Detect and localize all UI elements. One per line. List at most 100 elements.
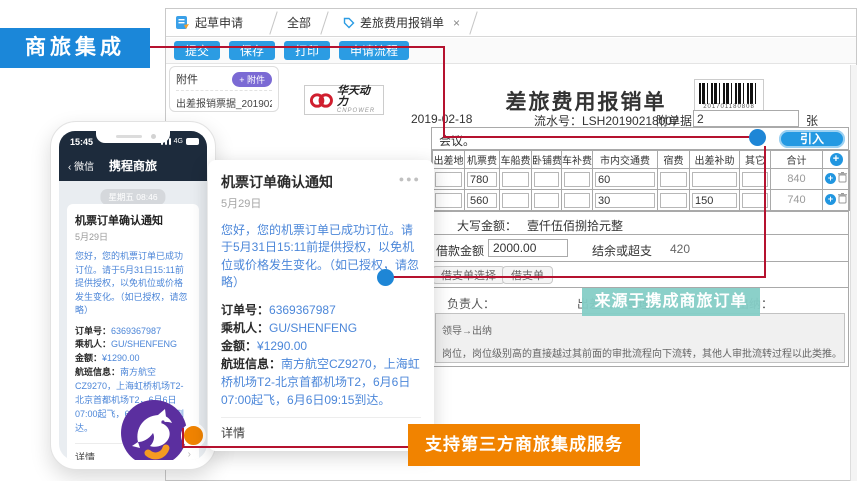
save-button[interactable]: 保存 — [229, 41, 275, 60]
popup-date: 5月29日 — [221, 195, 421, 211]
expense-form: 会议。 引入 出差地 机票费 车船费 卧铺费 车补费 市内交通费 宿费 出 — [431, 127, 849, 367]
notification-popup: 机票订单确认通知 ●●● 5月29日 您好，您的机票订单已成功订位。请于5月31… — [208, 160, 434, 451]
cnpower-logo-icon — [309, 92, 334, 109]
popup-title: 机票订单确认通知 — [221, 172, 333, 192]
delete-row-icon[interactable] — [838, 191, 847, 209]
loan-buttons-row: 借支单选择 借支单 — [432, 261, 848, 287]
cell-input[interactable] — [660, 193, 687, 208]
cell-input[interactable] — [435, 193, 462, 208]
detail-link[interactable]: 详情 — [75, 449, 95, 460]
cell-input[interactable] — [564, 193, 590, 208]
attachments-pane: 附件 + 附件 出差报销票据_20190219.j... — [169, 66, 279, 112]
col-destination: 出差地 — [433, 151, 465, 169]
passenger-label: 乘机人： — [221, 321, 269, 335]
cell-input[interactable] — [660, 172, 687, 187]
add-row-icon[interactable]: + — [825, 173, 836, 184]
cell-input[interactable]: 150 — [692, 193, 737, 208]
attachment-file-link[interactable]: 出差报销票据_20190219.j... — [176, 95, 272, 110]
cell-input[interactable]: 780 — [467, 172, 497, 187]
col-airfare: 机票费 — [465, 151, 500, 169]
cell-input[interactable] — [435, 172, 462, 187]
annotation-line — [182, 428, 184, 447]
loan-slip-button[interactable]: 借支单 — [502, 266, 553, 284]
note-line1: 领导→出纳 — [442, 322, 838, 337]
logo-sub: CNPOWER — [337, 108, 379, 114]
passenger-label: 乘机人： — [75, 339, 111, 349]
logo-name: 华天动力 — [337, 86, 379, 108]
cell-input[interactable] — [692, 172, 737, 187]
more-options-icon[interactable]: ●●● — [399, 174, 421, 184]
add-attachment-button[interactable]: + 附件 — [232, 72, 272, 87]
popup-fields: 订单号：6369367987 乘机人：GU/SHENFENG 金额：¥1290.… — [221, 301, 421, 409]
network-label: 4G — [174, 138, 183, 145]
business-travel-integration-label: 商旅集成 — [0, 28, 150, 68]
tab-expense-form-label: 差旅费用报销单 — [360, 14, 444, 31]
notification-title: 机票订单确认通知 — [75, 212, 191, 228]
balance-value: 420 — [670, 242, 690, 256]
tag-icon — [343, 17, 355, 29]
annotation-line — [390, 276, 766, 278]
add-row-icon[interactable]: + — [825, 194, 836, 205]
phone-notch — [96, 131, 170, 143]
detail-link[interactable]: 详情 — [221, 424, 245, 441]
toolbar: 提交 保存 打印 申请流程 — [166, 38, 856, 64]
cell-input[interactable]: 60 — [595, 172, 655, 187]
annotation-line — [150, 46, 443, 48]
loan-row: 借款金额 2000.00 结余或超支 420 — [432, 234, 848, 261]
tab-all-label: 全部 — [287, 14, 311, 31]
screenshot-canvas: 起草申请 全部 差旅费用报销单 × 提交 保存 打印 申请流程 — [0, 0, 868, 481]
reason-row: 会议。 引入 — [432, 128, 848, 150]
camera-icon — [151, 134, 156, 139]
apply-flow-button[interactable]: 申请流程 — [339, 41, 409, 60]
delete-row-icon[interactable] — [838, 170, 847, 188]
table-row: 780 60 840 + — [433, 169, 850, 190]
order-label: 订单号： — [75, 326, 111, 336]
order-anchor-dot — [377, 269, 394, 286]
chevron-right-icon: › — [188, 449, 191, 460]
cell-input[interactable] — [564, 172, 590, 187]
caps-amount-row: 大写金额： 壹仟伍佰捌拾元整 — [432, 211, 848, 234]
amount-label: 金额： — [75, 353, 102, 363]
flight-label: 航班信息： — [221, 357, 281, 371]
speaker-icon — [116, 135, 142, 138]
order-value: 6369367987 — [111, 326, 161, 336]
loan-amount-input[interactable]: 2000.00 — [488, 239, 568, 257]
note-line2: 岗位，岗位级别高的直接越过其前面的审批流程向下流转，其他人审批流转过程以此类推。 — [442, 345, 838, 360]
cell-input[interactable] — [534, 172, 559, 187]
status-time: 15:45 — [70, 137, 93, 147]
third-party-service-label: 支持第三方商旅集成服务 — [408, 424, 640, 466]
battery-icon — [186, 138, 199, 145]
phone-nav-title: 携程商旅 — [59, 157, 207, 174]
cell-input[interactable] — [534, 193, 559, 208]
col-carallow: 车补费 — [562, 151, 593, 169]
phone-mockup: 15:45 4G ‹ 微信 携程商旅 星期五 — [50, 121, 216, 470]
tab-all[interactable]: 全部 — [271, 9, 327, 37]
phone-screen: 15:45 4G ‹ 微信 携程商旅 星期五 — [59, 131, 207, 460]
row-total: 740 — [771, 190, 823, 211]
approval-note-box: 领导→出纳 岗位，岗位级别高的直接越过其前面的审批流程向下流转，其他人审批流转过… — [435, 313, 845, 363]
scrollbar-track[interactable] — [850, 65, 857, 481]
notification-date: 5月29日 — [75, 230, 191, 243]
draft-request-item[interactable]: 起草申请 — [166, 14, 253, 31]
submit-button[interactable]: 提交 — [174, 41, 220, 60]
col-citytransport: 市内交通费 — [593, 151, 658, 169]
amount-label: 金额： — [221, 339, 257, 353]
cell-input[interactable] — [502, 193, 529, 208]
tab-close-icon[interactable]: × — [453, 16, 460, 30]
col-total: 合计 — [771, 151, 823, 169]
cell-input[interactable] — [502, 172, 529, 187]
loan-slip-select-button[interactable]: 借支单选择 — [432, 266, 505, 284]
annotation-line — [182, 446, 408, 448]
add-row-icon[interactable]: + — [830, 153, 843, 166]
cell-input[interactable]: 30 — [595, 193, 655, 208]
row-total: 840 — [771, 169, 823, 190]
amount-value: ¥1290.00 — [102, 353, 140, 363]
import-button[interactable]: 引入 — [779, 130, 845, 148]
cell-input[interactable]: 560 — [467, 193, 497, 208]
order-value: 6369367987 — [269, 303, 336, 317]
col-allowance: 出差补助 — [690, 151, 740, 169]
integration-dot — [181, 423, 206, 448]
doc-count-input[interactable]: 2 — [693, 110, 799, 127]
tab-expense-form[interactable]: 差旅费用报销单 × — [327, 9, 476, 37]
print-button[interactable]: 打印 — [284, 41, 330, 60]
